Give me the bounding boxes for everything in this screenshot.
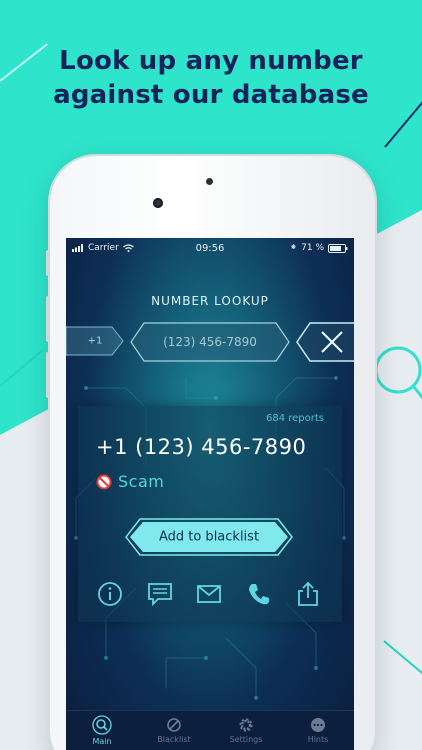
- share-icon[interactable]: [294, 580, 322, 608]
- category-label: Scam: [118, 472, 165, 491]
- tab-label: Hints: [307, 735, 329, 744]
- phone-side-button: [46, 352, 50, 398]
- phone-number-input[interactable]: (123) 456-7890: [130, 322, 290, 362]
- tab-blacklist[interactable]: Blacklist: [138, 711, 210, 750]
- lookup-input-row: +1 (123) 456-7890: [66, 322, 354, 362]
- tab-label: Main: [92, 737, 112, 746]
- phone-number-value: (123) 456-7890: [163, 335, 257, 349]
- action-row: [96, 580, 322, 608]
- add-button-label: Add to blacklist: [158, 529, 260, 545]
- phone-icon[interactable]: [245, 580, 273, 608]
- app-screen: Carrier 09:56 ⁕ 71 % NUMBER LOOKUP +1 (1…: [66, 238, 354, 750]
- message-icon[interactable]: [146, 580, 174, 608]
- result-number: +1 (123) 456-7890: [96, 435, 307, 459]
- block-icon: [167, 718, 181, 732]
- status-bar: Carrier 09:56 ⁕ 71 %: [66, 238, 354, 258]
- tab-label: Settings: [229, 735, 263, 744]
- country-code-value: +1: [87, 335, 103, 347]
- info-icon[interactable]: [96, 580, 124, 608]
- country-code-selector[interactable]: +1: [66, 326, 124, 356]
- clear-button[interactable]: [296, 322, 354, 362]
- more-icon: [311, 718, 325, 732]
- add-to-blacklist-button[interactable]: Add to blacklist: [124, 517, 294, 557]
- battery-icon: [328, 243, 348, 253]
- mail-icon[interactable]: [195, 580, 223, 608]
- magnifier-decoration-icon: [374, 346, 422, 400]
- gear-icon: [239, 718, 253, 732]
- tab-hints[interactable]: Hints: [282, 711, 354, 750]
- tab-label: Blacklist: [157, 735, 191, 744]
- headline-line-1: Look up any number: [59, 46, 363, 76]
- battery-percent: 71 %: [301, 243, 324, 253]
- search-icon: [92, 715, 112, 735]
- headline-line-2: against our database: [53, 80, 369, 110]
- bluetooth-icon: ⁕: [289, 243, 298, 253]
- headline: Look up any number against our database: [0, 44, 422, 112]
- tab-main[interactable]: Main: [66, 711, 138, 750]
- lookup-title: NUMBER LOOKUP: [151, 294, 269, 308]
- front-camera: [153, 198, 163, 208]
- phone-side-button: [46, 296, 50, 342]
- tab-bar: Main Blacklist Settings Hints: [66, 710, 354, 750]
- phone-side-button: [46, 250, 50, 276]
- close-icon: [296, 322, 354, 362]
- phone-sensor: [206, 178, 213, 185]
- tab-settings[interactable]: Settings: [210, 711, 282, 750]
- category-badge: Scam: [96, 472, 164, 491]
- reports-count: 684 reports: [265, 413, 324, 424]
- block-icon: [96, 474, 112, 489]
